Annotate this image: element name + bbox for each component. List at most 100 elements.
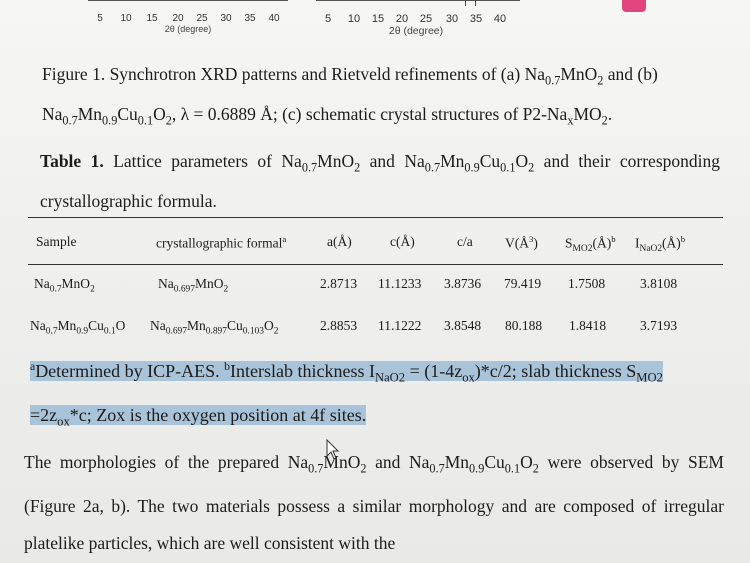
header-c: c(Å) [390,234,415,249]
subscript: 2 [273,326,279,337]
header-formula: crystallographic formala [156,234,286,252]
axis-label-left: 2θ (degree) [164,24,212,34]
footnote-text: = (1-4z [405,361,463,381]
chem-text: Na [34,276,50,291]
title-text: O [515,151,529,171]
subscript: 0.1 [103,326,116,337]
subscript: 0.7 [45,326,58,337]
subscript: 0.7 [545,73,561,88]
axis-ticks-right: 5 10 15 20 25 30 35 40 [316,13,520,25]
header-text: S [565,235,573,251]
subscript: 0.9 [102,113,118,127]
chem-text: Na [158,276,174,291]
selected-text[interactable]: aDetermined by ICP-AES. bInterslab thick… [30,360,663,428]
cell-formula: Na0.697MnO2 [158,276,228,295]
caption-text: Figure 1. Synchrotron XRD patterns and R… [42,64,545,84]
superscript: b [680,234,686,244]
para-text: and Na [366,452,430,472]
cell-a: 2.8713 [320,276,358,291]
superscript: a [282,234,287,244]
tick: 30 [220,13,232,24]
tick: 30 [445,13,459,25]
cell-formula: Na0.697Mn0.897Cu0.103O2 [150,318,278,337]
tick: 10 [347,13,361,25]
tick: 20 [172,13,184,24]
superscript: b [611,234,616,244]
subscript: 0.1 [137,113,154,127]
caption-text: , λ = 0.6889 Å; (c) schematic crystal st… [171,103,568,124]
figure-color-mark [622,0,646,12]
xrd-axis-right: 5 10 15 20 25 30 35 40 2θ (degree) [316,0,520,37]
subscript: 0.7 [308,461,324,476]
tick: 15 [371,13,385,25]
header-sample: Sample [36,234,77,249]
cell-inao2: 3.8108 [640,276,678,291]
subscript: 0.1 [504,461,521,476]
title-text: Mn [440,151,465,171]
header-inao2: INaO2(Å)b [635,234,685,254]
title-text: Cu [479,151,501,171]
tick: 5 [324,13,332,25]
tick: 15 [146,13,158,24]
subscript: 0.7 [62,113,78,127]
footnote-text: *c; Zox is the oxygen position at 4f sit… [69,404,367,425]
footnote-text: Determined by ICP-AES. [35,361,225,381]
subscript: 0.897 [205,326,227,337]
header-ca: c/a [457,234,473,249]
subscript: 0.103 [242,326,264,337]
header-text: V(Å [505,235,529,251]
tick: 10 [120,13,132,24]
chem-text: MnO [194,276,224,291]
tick: 35 [469,13,483,25]
subscript: 0.1 [500,160,516,175]
tick: 20 [395,13,409,25]
caption-text: . [607,103,613,124]
document-page: 5 10 15 20 25 30 35 40 2θ (degree) 5 10 … [0,0,750,563]
tick: 40 [268,13,280,24]
subscript: 0.7 [429,461,445,476]
header-text: crystallographic formal [156,235,283,251]
mouse-cursor-icon [326,439,340,460]
cell-smo2: 1.7508 [568,276,606,291]
caption-text: O [153,103,166,124]
tick: 25 [419,13,433,25]
chem-text: Na [30,318,46,333]
figure-edge-mark [475,0,476,6]
tick: 35 [244,13,256,24]
header-text: (Å) [662,235,681,251]
table-title: Table 1. Lattice parameters of Na0.7MnO2… [40,145,720,218]
subscript: NaO2 [374,370,406,385]
chem-text: MnO [61,276,91,291]
subscript: 0.9 [76,326,89,337]
body-paragraph[interactable]: The morphologies of the prepared Na0.7Mn… [24,444,724,562]
para-text: Cu [484,452,505,472]
xrd-axis-left: 5 10 15 20 25 30 35 40 2θ (degree) [88,0,288,37]
subscript: NaO2 [639,244,663,255]
chem-text: Cu [226,318,243,333]
header-smo2: SMO2(Å)b [565,234,616,254]
header-volume: V(Å3) [505,234,538,252]
cell-volume: 79.419 [504,276,542,291]
header-text: ) [533,235,538,251]
tick: 25 [196,13,208,24]
axis-ticks-left: 5 10 15 20 25 30 35 40 [88,13,288,24]
axis-label-right: 2θ (degree) [388,25,444,37]
para-text: Mn [444,452,470,472]
caption-text: Cu [117,103,138,124]
cell-c: 11.1233 [378,276,422,291]
chem-text: Mn [186,318,206,333]
para-text: The morphologies of the prepared Na [24,452,309,472]
header-a: a(Å) [327,234,352,249]
tick: 40 [493,13,507,25]
cell-smo2: 1.8418 [569,318,607,333]
subscript: 0.697 [165,326,187,337]
caption-text: Mn [77,103,103,124]
subscript: 0.7 [49,284,62,295]
chem-text: Mn [57,318,77,333]
table-top-rule [28,217,723,218]
subscript: MO2 [572,244,593,255]
figure-caption: Figure 1. Synchrotron XRD patterns and R… [42,58,722,137]
chem-text: O [115,318,126,333]
caption-text: MnO [560,64,598,84]
table-footnote[interactable]: aDetermined by ICP-AES. bInterslab thick… [30,348,722,440]
